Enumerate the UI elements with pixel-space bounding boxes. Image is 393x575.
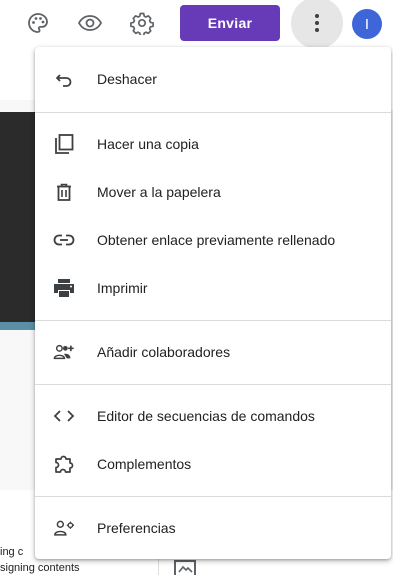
image-icon[interactable] — [174, 560, 196, 575]
menu-item-add-collaborators[interactable]: Añadir colaboradores — [35, 328, 391, 376]
print-icon — [53, 277, 75, 299]
menu-divider — [35, 320, 391, 321]
code-icon — [53, 405, 75, 427]
palette-icon[interactable] — [24, 9, 52, 37]
background-text-1: ing c — [0, 546, 24, 558]
menu-divider — [35, 496, 391, 497]
background-dark-image — [0, 112, 36, 322]
menu-item-label: Deshacer — [97, 71, 157, 87]
menu-item-prefilled-link[interactable]: Obtener enlace previamente rellenado — [35, 216, 391, 264]
menu-item-label: Preferencias — [97, 520, 176, 536]
menu-item-label: Complementos — [97, 456, 192, 472]
menu-item-script-editor[interactable]: Editor de secuencias de comandos — [35, 392, 391, 440]
copy-icon — [53, 133, 75, 155]
more-options-button[interactable] — [291, 0, 343, 49]
menu-item-make-copy[interactable]: Hacer una copia — [35, 120, 391, 168]
link-icon — [53, 229, 75, 251]
more-vert-icon — [315, 14, 319, 32]
menu-divider — [35, 112, 391, 113]
menu-divider — [35, 384, 391, 385]
top-toolbar: Enviar I — [0, 0, 393, 49]
menu-item-label: Obtener enlace previamente rellenado — [97, 232, 336, 248]
user-settings-icon — [53, 517, 75, 539]
trash-icon — [53, 181, 75, 203]
menu-item-label: Añadir colaboradores — [97, 344, 231, 360]
menu-item-move-to-trash[interactable]: Mover a la papelera — [35, 168, 391, 216]
menu-item-label: Imprimir — [97, 280, 148, 296]
puzzle-icon — [53, 453, 75, 475]
undo-icon — [53, 68, 75, 90]
avatar[interactable]: I — [352, 9, 382, 39]
background-accent-bar — [0, 322, 36, 330]
menu-item-label: Hacer una copia — [97, 136, 199, 152]
eye-icon[interactable] — [76, 9, 104, 37]
gear-icon[interactable] — [128, 9, 156, 37]
menu-item-preferences[interactable]: Preferencias — [35, 504, 391, 552]
menu-item-undo[interactable]: Deshacer — [35, 55, 391, 103]
menu-item-print[interactable]: Imprimir — [35, 264, 391, 312]
more-options-menu: Deshacer Hacer una copia Mover a la pape… — [35, 47, 391, 559]
menu-item-label: Editor de secuencias de comandos — [97, 408, 315, 424]
menu-item-label: Mover a la papelera — [97, 184, 221, 200]
send-button[interactable]: Enviar — [180, 5, 280, 41]
menu-item-add-ons[interactable]: Complementos — [35, 440, 391, 488]
add-people-icon — [53, 341, 75, 363]
background-text-2: signing contents — [0, 562, 80, 574]
